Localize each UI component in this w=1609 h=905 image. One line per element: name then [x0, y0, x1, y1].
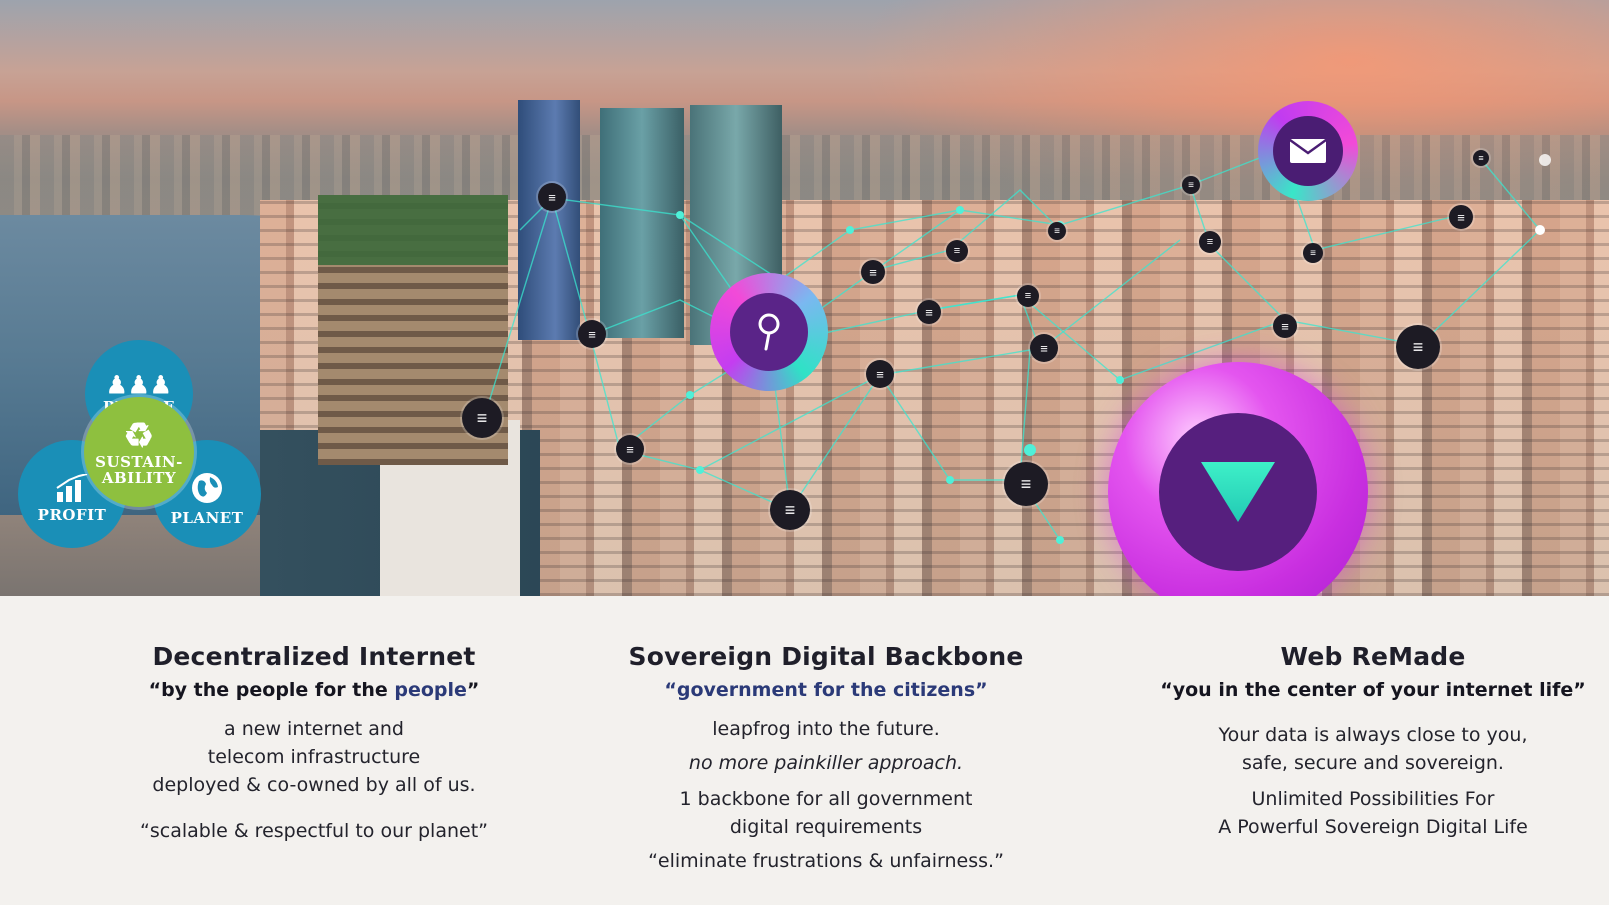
network-node-icon: ≡ [770, 490, 810, 530]
feature-text-line: Unlimited Possibilities For [1251, 788, 1495, 810]
feature-web-remade: Web ReMade “you in the center of your in… [1133, 630, 1609, 841]
feature-decentralized-internet: Decentralized Internet “by the people fo… [74, 630, 554, 845]
network-node-icon: ≡ [1396, 325, 1440, 369]
network-node-icon: ≡ [1473, 150, 1489, 166]
feature-subtitle: “you in the center of your internet life… [1160, 679, 1586, 701]
network-node-icon: ≡ [1030, 334, 1058, 362]
planet-label: PLANET [170, 509, 244, 527]
feature-text-line: deployed & co-owned by all of us. [152, 774, 476, 796]
network-node-icon: ≡ [538, 183, 566, 211]
subtitle-prefix: “by the people for the [148, 679, 395, 701]
network-node-icon: ≡ [1303, 243, 1323, 263]
hero-image: ≡ ≡ ≡ ≡ ≡ ≡ ≡ ≡ ≡ ≡ ≡ ≡ ≡ ≡ ≡ ≡ ≡ ≡ ≡ ≡ [0, 0, 1609, 596]
network-node-icon: ≡ [1273, 314, 1297, 338]
search-orb [710, 273, 828, 391]
search-icon [730, 293, 808, 371]
sustainability-emblem: ♟♟♟ PEOPLE PROFIT PLA [18, 340, 263, 560]
sustain-label-line1: SUSTAIN- [95, 453, 183, 471]
network-node-icon: ≡ [462, 398, 502, 438]
network-node-icon: ≡ [1449, 205, 1473, 229]
feature-text-line: telecom infrastructure [207, 746, 421, 768]
network-node-icon: ≡ [861, 260, 885, 284]
feature-subtitle: “government for the citizens” [664, 679, 988, 701]
mail-orb [1258, 101, 1358, 201]
feature-text-line: digital requirements [729, 816, 923, 838]
network-node-icon: ≡ [946, 240, 968, 262]
feature-text-line: A Powerful Sovereign Digital Life [1218, 816, 1528, 838]
feature-text-line: leapfrog into the future. [712, 718, 940, 740]
sustainability-badge: ♻ SUSTAIN- ABILITY [84, 397, 194, 507]
feature-title: Sovereign Digital Backbone [628, 642, 1024, 671]
subtitle-accent: people [394, 679, 467, 701]
feature-quote: “eliminate frustrations & unfairness.” [648, 850, 1004, 872]
people-icon: ♟♟♟ [105, 370, 173, 399]
feature-sovereign-digital-backbone: Sovereign Digital Backbone “government f… [586, 630, 1066, 875]
feature-text-line: 1 backbone for all government [679, 788, 973, 810]
recycle-icon: ♻ [123, 416, 155, 456]
network-node-icon: ≡ [578, 320, 606, 348]
feature-columns: Decentralized Internet “by the people fo… [0, 630, 1609, 905]
network-node-icon: ≡ [917, 300, 941, 324]
network-node-icon: ≡ [1182, 176, 1200, 194]
bar-chart-icon [55, 473, 89, 506]
network-node-icon: ≡ [1004, 462, 1048, 506]
profit-label: PROFIT [37, 506, 107, 524]
subtitle-suffix: ” [466, 679, 480, 701]
network-node-icon: ≡ [1017, 285, 1039, 307]
network-node-icon: ≡ [866, 360, 894, 388]
feature-text-line: safe, secure and sovereign. [1242, 752, 1504, 774]
sustain-label-line2: ABILITY [101, 469, 177, 487]
network-node-icon: ≡ [1199, 231, 1221, 253]
network-node-icon: ≡ [1048, 222, 1066, 240]
feature-title: Decentralized Internet [152, 642, 476, 671]
feature-text-italic: no more painkiller approach. [688, 752, 964, 774]
globe-icon [190, 471, 224, 509]
envelope-icon [1273, 116, 1343, 186]
feature-subtitle: “by the people for the people” [74, 679, 554, 701]
network-node-icon: ≡ [616, 435, 644, 463]
feature-text-line: Your data is always close to you, [1218, 724, 1528, 746]
feature-quote: “scalable & respectful to our planet” [140, 820, 488, 842]
play-triangle-icon [1159, 413, 1317, 571]
feature-title: Web ReMade [1280, 642, 1466, 671]
feature-text-line: a new internet and [224, 718, 404, 740]
